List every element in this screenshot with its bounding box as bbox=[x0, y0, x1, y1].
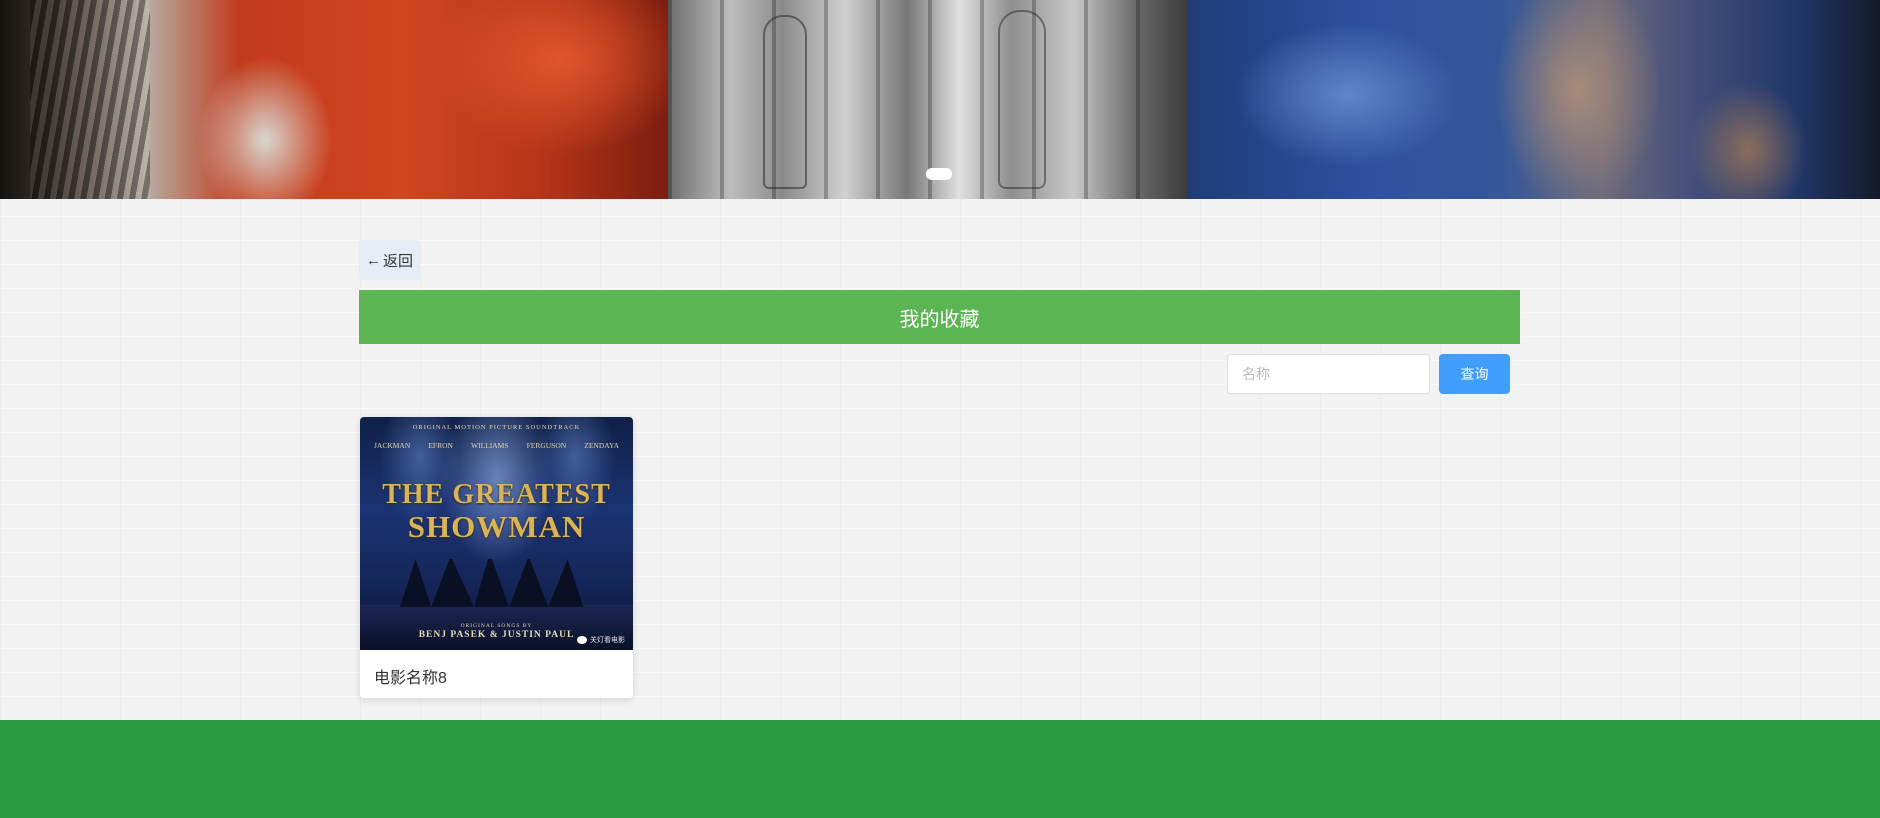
movie-name: 电影名称8 bbox=[374, 670, 447, 687]
poster-title-line1: THE GREATEST bbox=[382, 479, 611, 510]
poster-cast-name: ZENDAYA bbox=[584, 441, 619, 450]
banner-image-left bbox=[0, 0, 668, 199]
footer bbox=[0, 720, 1880, 818]
wechat-icon bbox=[577, 636, 587, 644]
search-input[interactable] bbox=[1227, 354, 1430, 394]
page-title-bar: 我的收藏 bbox=[359, 290, 1520, 344]
search-button[interactable]: 查询 bbox=[1439, 354, 1510, 394]
movie-poster: ORIGINAL MOTION PICTURE SOUNDTRACK JACKM… bbox=[360, 417, 633, 650]
poster-top-line: ORIGINAL MOTION PICTURE SOUNDTRACK bbox=[412, 424, 581, 431]
poster-songs-by: ORIGINAL SONGS BY bbox=[460, 623, 533, 629]
movie-card[interactable]: ORIGINAL MOTION PICTURE SOUNDTRACK JACKM… bbox=[360, 417, 633, 698]
poster-badge-text: 关灯看电影 bbox=[590, 637, 625, 644]
poster-cast-name: EFRON bbox=[428, 441, 453, 450]
poster-cast: JACKMAN EFRON WILLIAMS FERGUSON ZENDAYA bbox=[374, 441, 619, 450]
carousel-indicator-active[interactable] bbox=[926, 168, 952, 180]
poster-badge: 关灯看电影 bbox=[577, 635, 625, 645]
banner-carousel[interactable] bbox=[0, 0, 1880, 199]
banner-image-right bbox=[1188, 0, 1880, 199]
page-title: 我的收藏 bbox=[899, 308, 980, 331]
back-button[interactable]: ← 返回 bbox=[359, 240, 420, 280]
poster-silhouettes bbox=[400, 553, 584, 607]
poster-cast-name: WILLIAMS bbox=[471, 441, 509, 450]
arrow-left-icon: ← bbox=[365, 251, 381, 269]
poster-title-line2: SHOWMAN bbox=[407, 509, 586, 544]
poster-cast-name: FERGUSON bbox=[526, 441, 567, 450]
back-button-label: 返回 bbox=[382, 252, 413, 270]
poster-cast-name: JACKMAN bbox=[374, 441, 411, 450]
